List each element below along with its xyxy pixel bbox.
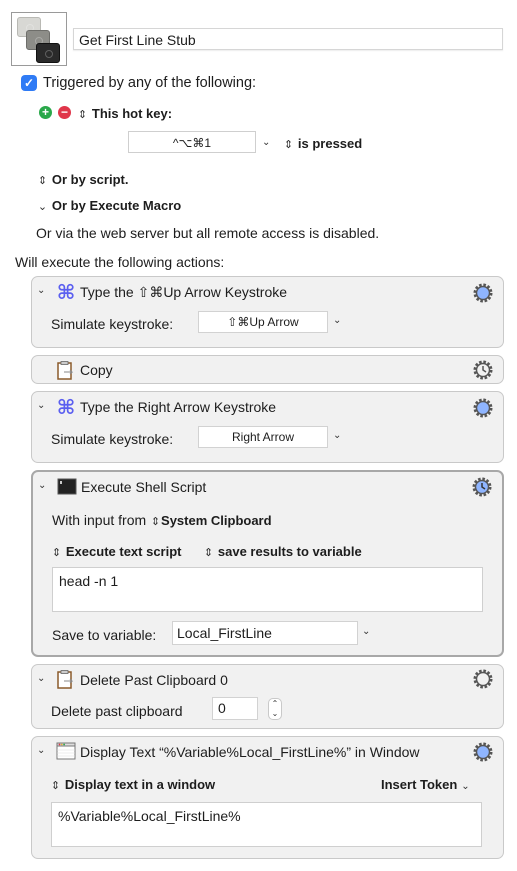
key-icon-dark (36, 43, 60, 63)
disclosure-chevron-icon[interactable]: ⌄ (37, 285, 45, 296)
remove-trigger-button[interactable]: − (58, 106, 71, 119)
keystroke-menu-chevron-icon[interactable]: ⌄ (333, 430, 341, 441)
disclosure-chevron-icon[interactable]: ⌄ (37, 745, 45, 756)
save-variable-field[interactable]: Local_FirstLine (172, 621, 358, 645)
result-mode-popup[interactable]: ⇕ save results to variable (203, 543, 362, 559)
variable-menu-chevron-icon[interactable]: ⌄ (362, 626, 370, 637)
updown-icon: ⇕ (50, 780, 61, 792)
action-execute-shell-script[interactable]: ⌄ Execute Shell Script With input from ⇕… (31, 470, 504, 657)
input-source-row: With input from ⇕System Clipboard (52, 512, 272, 528)
web-server-note: Or via the web server but all remote acc… (36, 225, 380, 241)
updown-icon: ⇕ (283, 139, 294, 151)
disclosure-chevron-icon[interactable]: ⌄ (37, 673, 45, 684)
svg-text:⌘: ⌘ (57, 397, 76, 417)
disclosure-chevron-icon[interactable]: ⌄ (37, 400, 45, 411)
window-icon (56, 742, 76, 760)
action-type-keystroke-right[interactable]: ⌄ ⌘ Type the Right Arrow Keystroke Simul… (31, 391, 504, 463)
clipboard-index-field[interactable]: 0 (212, 697, 258, 720)
clipboard-icon (57, 670, 74, 689)
triggered-label: Triggered by any of the following: (43, 75, 257, 91)
or-by-execute-macro-label: Or by Execute Macro (51, 198, 182, 213)
result-mode-value: save results to variable (217, 544, 362, 559)
action-title: Copy (80, 362, 113, 378)
clipboard-icon (57, 361, 74, 380)
terminal-icon (57, 478, 77, 495)
action-title: Delete Past Clipboard 0 (80, 672, 228, 688)
macro-icon[interactable] (11, 12, 67, 66)
or-by-execute-macro-disclosure[interactable]: ⌄ Or by Execute Macro (37, 197, 181, 213)
save-variable-label: Save to variable: (52, 627, 157, 643)
gear-icon[interactable] (472, 668, 494, 690)
action-title: Execute Shell Script (81, 479, 207, 495)
hotkey-condition-popup[interactable]: ⇕ is pressed (283, 135, 362, 151)
script-mode-value: Execute text script (65, 544, 182, 559)
display-text-textarea[interactable]: %Variable%Local_FirstLine% (51, 802, 482, 847)
field-label: Delete past clipboard (51, 703, 183, 719)
updown-icon: ⇕ (203, 547, 214, 559)
gear-blue-icon[interactable] (472, 741, 494, 763)
macro-name-input[interactable]: Get First Line Stub (73, 28, 503, 50)
command-key-icon: ⌘ (57, 282, 76, 302)
action-title: Type the Right Arrow Keystroke (80, 399, 277, 415)
updown-icon: ⇕ (37, 175, 48, 187)
input-source-value: System Clipboard (161, 513, 272, 528)
action-display-text[interactable]: ⌄ Display Text “%Variable%Local_FirstLin… (31, 736, 504, 859)
action-title: Display Text “%Variable%Local_FirstLine%… (80, 744, 420, 760)
action-copy[interactable]: Copy (31, 355, 504, 384)
updown-icon: ⇕ (77, 109, 88, 121)
hotkey-menu-chevron-icon[interactable]: ⌄ (262, 137, 270, 148)
hotkey-type-label: This hot key: (91, 106, 173, 121)
clipboard-index-stepper[interactable]: ⌃ ⌄ (268, 698, 282, 720)
hotkey-type-popup[interactable]: ⇕ This hot key: (77, 105, 172, 121)
insert-token-menu[interactable]: Insert Token ⌄ (381, 776, 470, 792)
add-trigger-button[interactable]: + (39, 106, 52, 119)
chevron-down-icon: ⌄ (461, 781, 470, 792)
script-mode-popup[interactable]: ⇕ Execute text script (51, 543, 182, 559)
display-mode-popup[interactable]: ⇕ Display text in a window (50, 776, 215, 792)
svg-text:⌘: ⌘ (57, 282, 76, 302)
script-textarea[interactable]: head -n 1 (52, 567, 483, 612)
insert-token-label: Insert Token (381, 777, 458, 792)
field-label: Simulate keystroke: (51, 316, 174, 332)
or-by-script-label: Or by script. (51, 172, 129, 187)
action-delete-past-clipboard[interactable]: ⌄ Delete Past Clipboard 0 Delete past cl… (31, 664, 504, 729)
keystroke-field[interactable]: Right Arrow (198, 426, 328, 448)
command-key-icon: ⌘ (57, 397, 76, 417)
updown-icon: ⇕ (51, 547, 62, 559)
gear-blue-icon[interactable] (472, 397, 494, 419)
input-from-label: With input from (52, 512, 147, 528)
or-by-script-popup[interactable]: ⇕ Or by script. (37, 171, 129, 187)
disclosure-chevron-icon[interactable]: ⌄ (38, 480, 46, 491)
action-type-keystroke-up[interactable]: ⌄ ⌘ Type the ⇧⌘Up Arrow Keystroke Simula… (31, 276, 504, 348)
hotkey-condition-label: is pressed (297, 136, 363, 151)
hotkey-field[interactable]: ^⌥⌘1 (128, 131, 256, 153)
field-label: Simulate keystroke: (51, 431, 174, 447)
gear-clock-icon[interactable] (472, 359, 494, 381)
actions-heading: Will execute the following actions: (15, 254, 225, 270)
keystroke-field[interactable]: ⇧⌘Up Arrow (198, 311, 328, 333)
gear-blue-icon[interactable] (472, 282, 494, 304)
gear-clock-blue-icon[interactable] (471, 476, 493, 498)
input-source-popup[interactable]: ⇕System Clipboard (150, 512, 272, 528)
display-mode-value: Display text in a window (64, 777, 216, 792)
action-title: Type the ⇧⌘Up Arrow Keystroke (80, 284, 288, 300)
chevron-down-icon: ⌄ (37, 201, 48, 213)
keystroke-menu-chevron-icon[interactable]: ⌄ (333, 315, 341, 326)
updown-icon: ⇕ (150, 516, 161, 528)
triggered-checkbox[interactable]: ✓ (21, 75, 37, 91)
